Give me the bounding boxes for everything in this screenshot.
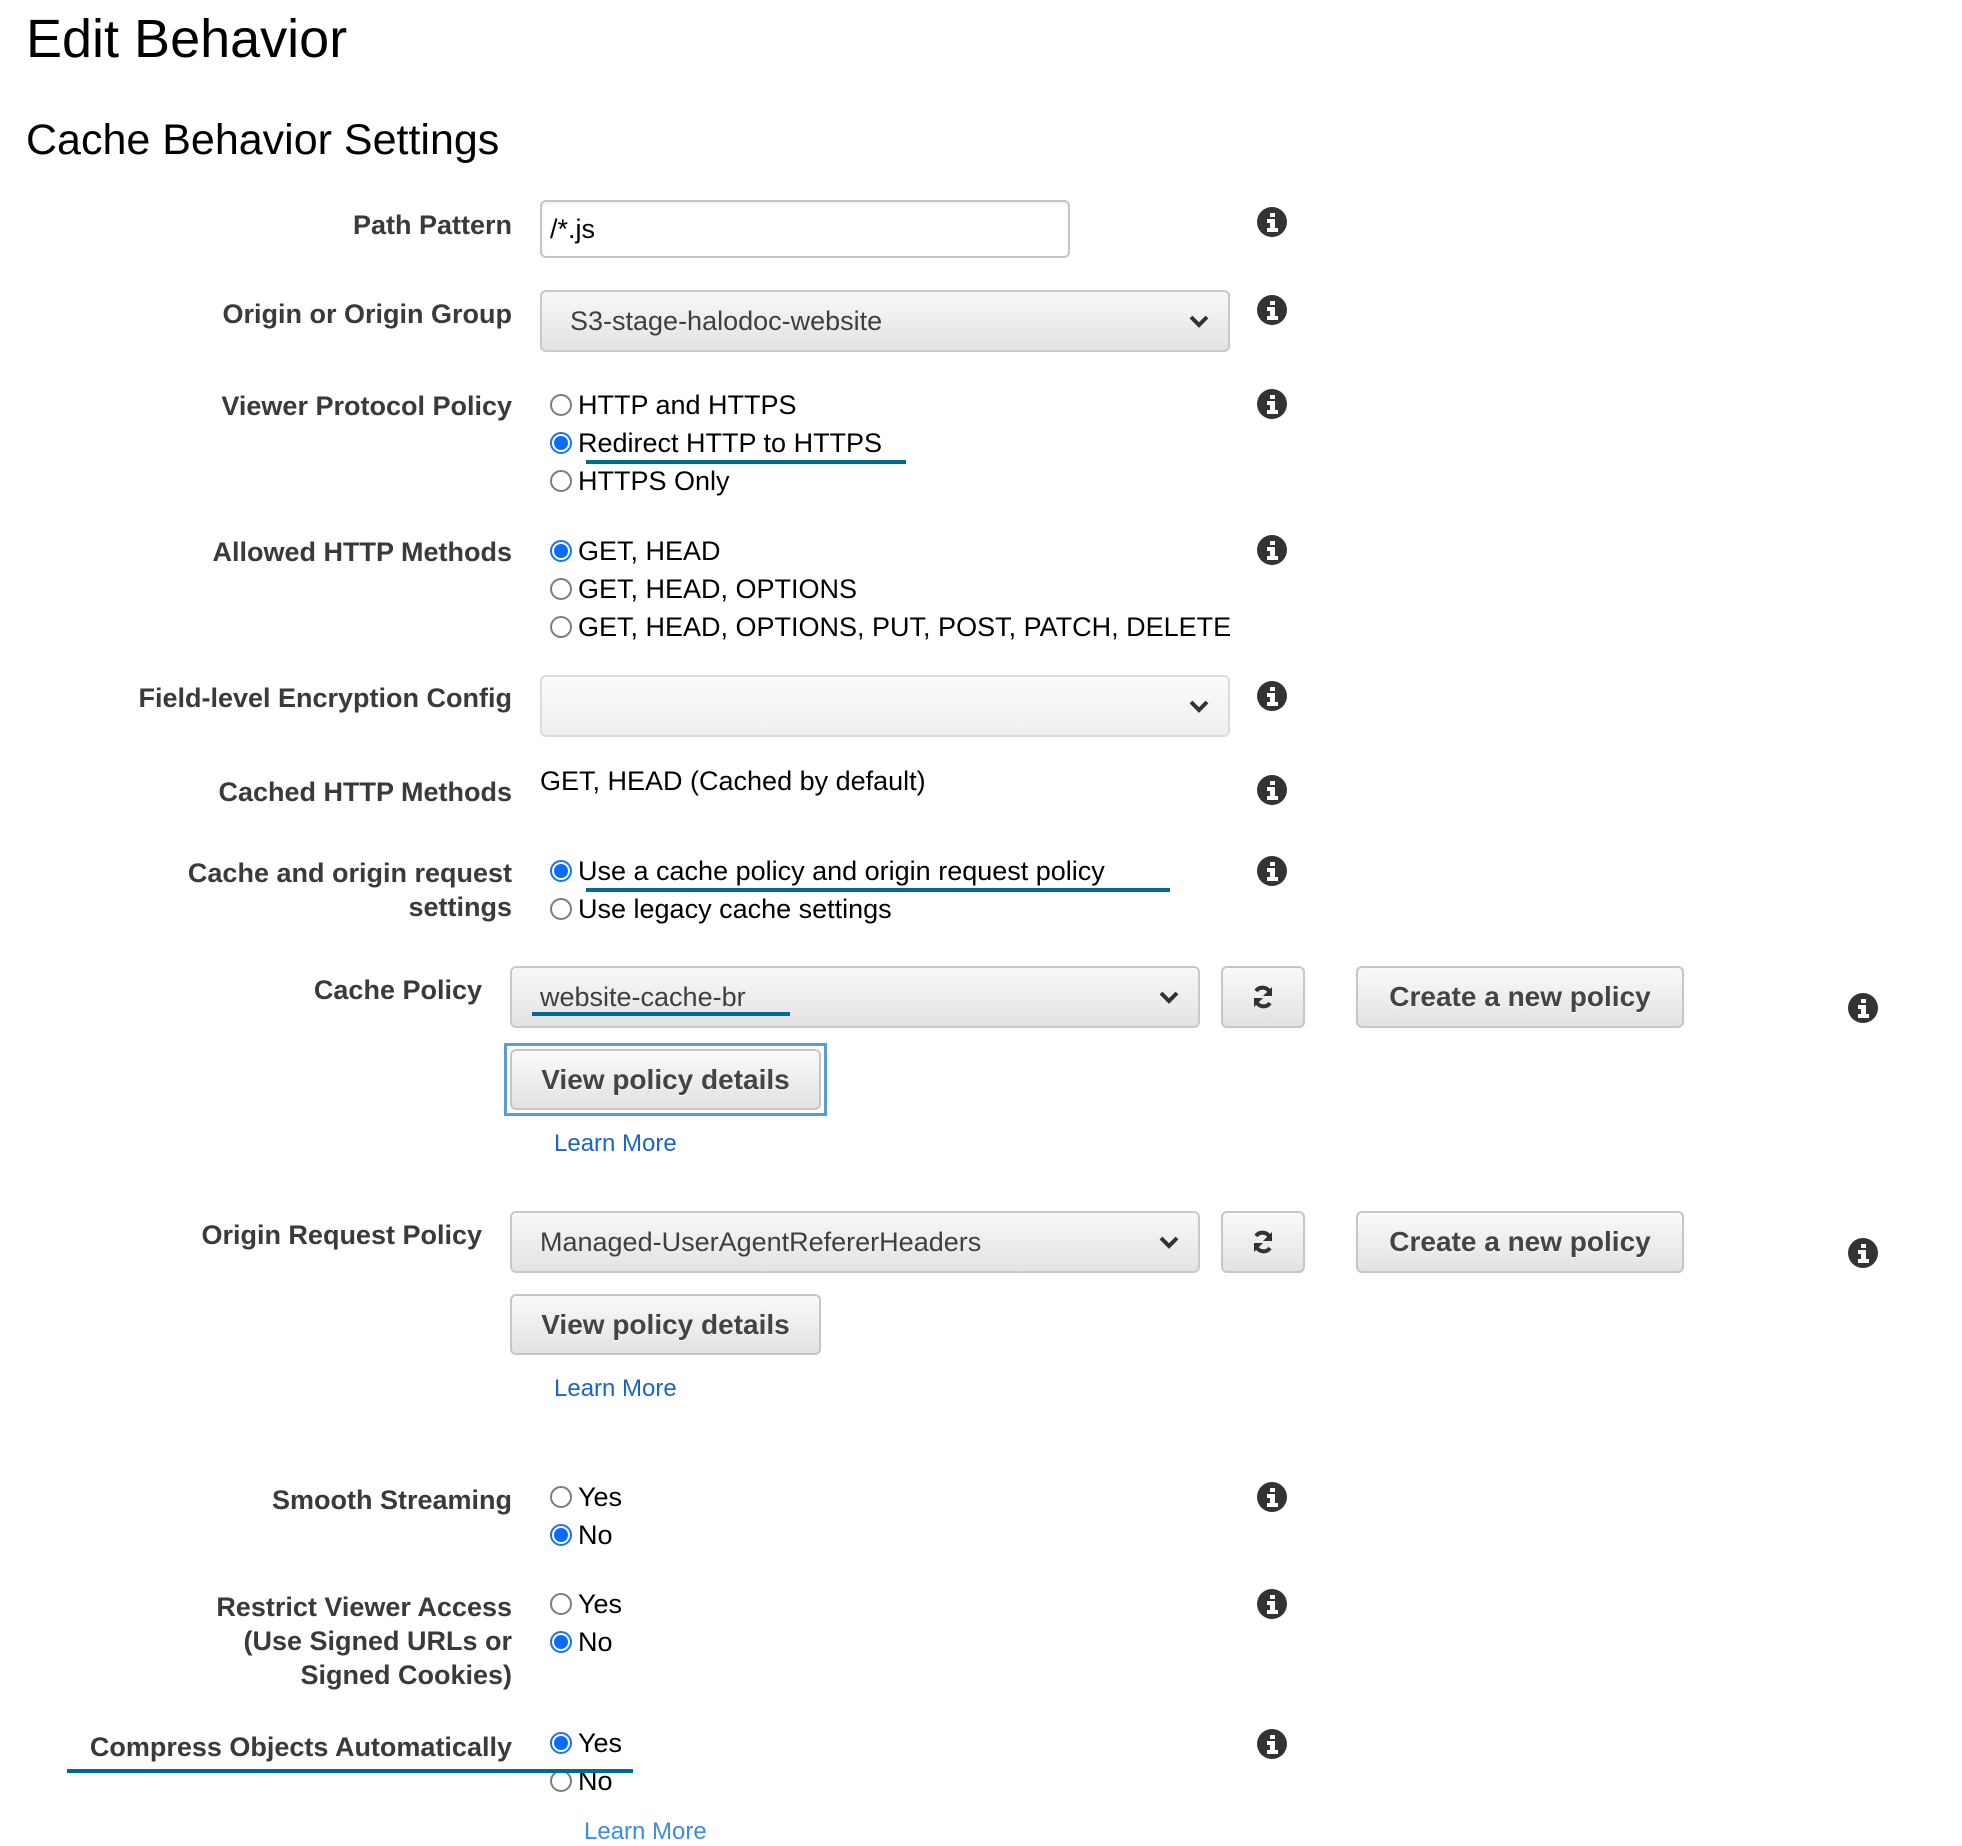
- cache-policy-learn-more-link[interactable]: Learn More: [554, 1130, 677, 1158]
- chevron-down-icon: [1189, 315, 1209, 328]
- refresh-icon: [1254, 1230, 1272, 1254]
- radio-label: Use a cache policy and origin request po…: [578, 856, 1105, 886]
- radio-label: No: [578, 1627, 613, 1657]
- refresh-origin-request-policies-button[interactable]: [1221, 1211, 1305, 1273]
- radio-use-cache-policy[interactable]: Use a cache policy and origin request po…: [550, 852, 1105, 890]
- chevron-down-icon: [1159, 991, 1179, 1004]
- radio-button-selected[interactable]: [550, 1524, 572, 1546]
- radio-smooth-streaming-yes[interactable]: Yes: [550, 1478, 622, 1516]
- info-icon[interactable]: [1256, 294, 1288, 326]
- origin-request-policy-select[interactable]: Managed-UserAgentRefererHeaders: [510, 1211, 1200, 1273]
- cached-methods-label: Cached HTTP Methods: [218, 777, 512, 807]
- radio-smooth-streaming-no[interactable]: No: [550, 1516, 613, 1554]
- radio-button-selected[interactable]: [550, 540, 572, 562]
- info-icon[interactable]: [1256, 206, 1288, 238]
- info-icon[interactable]: [1256, 680, 1288, 712]
- radio-label: HTTP and HTTPS: [578, 390, 797, 420]
- smooth-streaming-label: Smooth Streaming: [271, 1485, 512, 1515]
- radio-get-head-options[interactable]: GET, HEAD, OPTIONS: [550, 570, 857, 608]
- info-icon[interactable]: [1256, 774, 1288, 806]
- radio-label: Use legacy cache settings: [578, 894, 892, 924]
- refresh-cache-policies-button[interactable]: [1221, 966, 1305, 1028]
- radio-label: GET, HEAD, OPTIONS: [578, 574, 858, 604]
- path-pattern-input[interactable]: [540, 200, 1070, 258]
- info-icon[interactable]: [1256, 388, 1288, 420]
- restrict-viewer-access-label-line2: (Use Signed URLs or: [243, 1626, 512, 1656]
- origin-select-value: S3-stage-halodoc-website: [570, 306, 883, 336]
- radio-label: GET, HEAD: [578, 536, 721, 566]
- radio-button[interactable]: [550, 616, 572, 638]
- path-pattern-label: Path Pattern: [352, 210, 512, 240]
- radio-button[interactable]: [550, 1593, 572, 1615]
- radio-button[interactable]: [550, 470, 572, 492]
- cache-policy-select[interactable]: website-cache-br: [510, 966, 1200, 1028]
- section-title: Cache Behavior Settings: [26, 116, 500, 164]
- radio-restrict-viewer-no[interactable]: No: [550, 1623, 613, 1661]
- info-icon[interactable]: [1256, 1481, 1288, 1513]
- radio-button-selected[interactable]: [550, 432, 572, 454]
- radio-label: GET, HEAD, OPTIONS, PUT, POST, PATCH, DE…: [578, 612, 1232, 642]
- radio-button[interactable]: [550, 1770, 572, 1792]
- radio-button-selected[interactable]: [550, 1732, 572, 1754]
- radio-redirect-http-to-https[interactable]: Redirect HTTP to HTTPS: [550, 424, 882, 462]
- radio-button-selected[interactable]: [550, 1631, 572, 1653]
- chevron-down-icon: [1189, 700, 1209, 713]
- compress-objects-label: Compress Objects Automatically: [89, 1732, 512, 1762]
- radio-use-legacy-cache[interactable]: Use legacy cache settings: [550, 890, 892, 928]
- view-cache-policy-details-button[interactable]: View policy details: [510, 1049, 821, 1110]
- radio-label: Yes: [578, 1728, 623, 1758]
- radio-label: Redirect HTTP to HTTPS: [578, 428, 883, 458]
- origin-select[interactable]: S3-stage-halodoc-website: [540, 290, 1230, 352]
- radio-label: Yes: [578, 1482, 623, 1512]
- cached-methods-value: GET, HEAD (Cached by default): [540, 766, 926, 796]
- cache-origin-settings-label-line2: settings: [408, 892, 512, 922]
- radio-compress-yes[interactable]: Yes: [550, 1724, 622, 1762]
- radio-button[interactable]: [550, 1486, 572, 1508]
- restrict-viewer-access-label-line1: Restrict Viewer Access: [216, 1592, 512, 1622]
- radio-button[interactable]: [550, 578, 572, 600]
- radio-label: Yes: [578, 1589, 623, 1619]
- create-origin-request-policy-button[interactable]: Create a new policy: [1356, 1211, 1684, 1273]
- info-icon[interactable]: [1256, 1728, 1288, 1760]
- radio-all-methods[interactable]: GET, HEAD, OPTIONS, PUT, POST, PATCH, DE…: [550, 608, 1231, 646]
- radio-http-and-https[interactable]: HTTP and HTTPS: [550, 386, 797, 424]
- field-level-encryption-select[interactable]: [540, 675, 1230, 737]
- allowed-methods-label: Allowed HTTP Methods: [212, 537, 512, 567]
- info-icon[interactable]: [1256, 1588, 1288, 1620]
- cache-policy-value: website-cache-br: [540, 982, 746, 1012]
- annotation-underline: [67, 1769, 633, 1773]
- origin-request-policy-label: Origin Request Policy: [201, 1220, 482, 1250]
- radio-https-only[interactable]: HTTPS Only: [550, 462, 730, 500]
- radio-button[interactable]: [550, 394, 572, 416]
- annotation-underline: [532, 1012, 790, 1016]
- radio-label: No: [578, 1520, 613, 1550]
- info-icon[interactable]: [1847, 1237, 1879, 1269]
- origin-request-policy-learn-more-link[interactable]: Learn More: [554, 1375, 677, 1403]
- radio-restrict-viewer-yes[interactable]: Yes: [550, 1585, 622, 1623]
- radio-button[interactable]: [550, 898, 572, 920]
- radio-compress-no[interactable]: No: [550, 1762, 613, 1800]
- cache-origin-settings-label-line1: Cache and origin request: [187, 858, 512, 888]
- restrict-viewer-access-label-line3: Signed Cookies): [300, 1660, 512, 1690]
- page-title: Edit Behavior: [26, 9, 348, 69]
- radio-button-selected[interactable]: [550, 860, 572, 882]
- cache-policy-label: Cache Policy: [313, 975, 482, 1005]
- info-icon[interactable]: [1847, 992, 1879, 1024]
- view-origin-request-policy-details-button[interactable]: View policy details: [510, 1294, 821, 1355]
- info-icon[interactable]: [1256, 534, 1288, 566]
- create-cache-policy-button[interactable]: Create a new policy: [1356, 966, 1684, 1028]
- field-level-encryption-label: Field-level Encryption Config: [138, 683, 512, 713]
- radio-label: HTTPS Only: [578, 466, 730, 496]
- radio-get-head[interactable]: GET, HEAD: [550, 532, 721, 570]
- radio-label: No: [578, 1766, 613, 1796]
- origin-request-policy-value: Managed-UserAgentRefererHeaders: [540, 1227, 982, 1257]
- chevron-down-icon: [1159, 1236, 1179, 1249]
- compress-objects-learn-more-link[interactable]: Learn More: [584, 1818, 707, 1846]
- info-icon[interactable]: [1256, 855, 1288, 887]
- origin-label: Origin or Origin Group: [222, 299, 513, 329]
- refresh-icon: [1254, 985, 1272, 1009]
- viewer-protocol-label: Viewer Protocol Policy: [221, 391, 512, 421]
